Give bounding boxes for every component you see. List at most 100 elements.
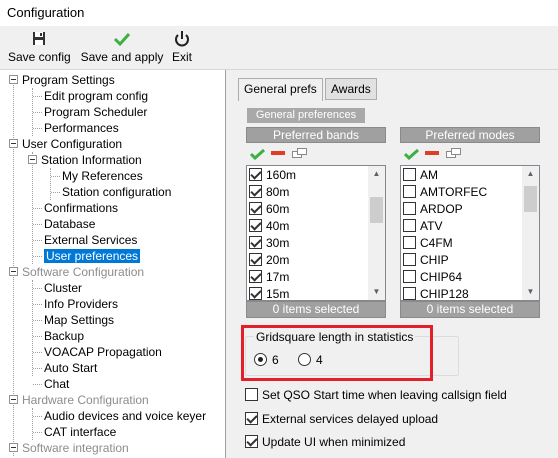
checkbox[interactable] bbox=[249, 202, 262, 216]
select-all-icon[interactable] bbox=[404, 148, 420, 160]
modes-scrollbar[interactable]: ▲ ▼ bbox=[522, 166, 539, 300]
tree-item[interactable]: CAT interface bbox=[33, 424, 116, 440]
select-all-icon[interactable] bbox=[250, 148, 266, 160]
tree-item[interactable]: Database bbox=[33, 216, 95, 232]
checkbox[interactable] bbox=[403, 168, 416, 182]
list-item-label: AMTORFEC bbox=[420, 185, 488, 199]
list-item-label: ARDOP bbox=[420, 202, 463, 216]
tree-item-label: User preferences bbox=[44, 249, 141, 263]
deselect-all-icon[interactable] bbox=[425, 149, 439, 157]
checkbox[interactable] bbox=[249, 270, 262, 284]
checkbox[interactable] bbox=[403, 236, 416, 250]
tree-item-label: Station configuration bbox=[62, 185, 172, 199]
checkbox[interactable] bbox=[249, 236, 262, 250]
list-item[interactable]: 40m bbox=[249, 218, 289, 235]
tree-item[interactable]: Hardware Configuration bbox=[9, 392, 149, 408]
list-item[interactable]: 20m bbox=[249, 252, 289, 269]
tree-item-label: Map Settings bbox=[44, 313, 115, 327]
tree-item[interactable]: Info Providers bbox=[33, 296, 118, 312]
list-item-label: CHIP64 bbox=[420, 270, 463, 284]
settings-tree[interactable]: Program Settings Edit program config Progr… bbox=[0, 70, 226, 458]
collapse-icon[interactable] bbox=[28, 155, 37, 165]
modes-scroll-thumb[interactable] bbox=[524, 185, 537, 212]
scroll-down-icon[interactable]: ▼ bbox=[368, 284, 385, 300]
tree-item[interactable]: Program Settings bbox=[9, 72, 115, 88]
checkbox[interactable] bbox=[249, 185, 262, 199]
option-delayed-upload[interactable]: External services delayed upload bbox=[245, 410, 438, 428]
save-config-button[interactable]: Save config bbox=[8, 30, 71, 68]
list-item[interactable]: ATV bbox=[403, 218, 442, 235]
option-update-ui-minimized[interactable]: Update UI when minimized bbox=[245, 433, 405, 451]
list-item[interactable]: AM bbox=[403, 167, 438, 184]
checkbox[interactable] bbox=[249, 253, 262, 267]
tab-general-prefs[interactable]: General prefs bbox=[238, 78, 323, 101]
list-item[interactable]: 160m bbox=[249, 167, 296, 184]
deselect-all-icon[interactable] bbox=[271, 149, 285, 157]
list-item[interactable]: AMTORFEC bbox=[403, 184, 487, 201]
list-item[interactable]: C4FM bbox=[403, 235, 453, 252]
checkbox[interactable] bbox=[403, 185, 416, 199]
invert-selection-icon[interactable] bbox=[292, 148, 308, 159]
list-item[interactable]: 15m bbox=[249, 286, 290, 301]
tab-awards[interactable]: Awards bbox=[325, 78, 377, 100]
checkbox[interactable] bbox=[403, 253, 416, 267]
checkbox[interactable] bbox=[403, 202, 416, 216]
tree-item[interactable]: Auto Start bbox=[33, 360, 97, 376]
tree-item[interactable]: Edit program config bbox=[33, 88, 148, 104]
checkbox[interactable] bbox=[403, 219, 416, 233]
scroll-up-icon[interactable]: ▲ bbox=[368, 166, 385, 182]
bands-scrollbar[interactable]: ▲ ▼ bbox=[368, 166, 385, 300]
checkbox[interactable] bbox=[245, 435, 258, 449]
collapse-icon[interactable] bbox=[9, 395, 18, 405]
list-item[interactable]: 30m bbox=[249, 235, 289, 252]
list-item[interactable]: 17m bbox=[249, 269, 289, 286]
tree-item[interactable]: VOACAP Propagation bbox=[33, 344, 162, 360]
tree-item[interactable]: External Services bbox=[33, 232, 137, 248]
option-set-qso-start[interactable]: Set QSO Start time when leaving callsign… bbox=[245, 386, 507, 404]
tree-item[interactable]: Station configuration bbox=[51, 184, 172, 200]
tree-item[interactable]: Software Configuration bbox=[9, 264, 144, 280]
modes-tools bbox=[400, 143, 540, 165]
tree-item[interactable]: User preferences bbox=[33, 248, 141, 264]
collapse-icon[interactable] bbox=[9, 139, 18, 149]
tree-item[interactable]: Confirmations bbox=[33, 200, 118, 216]
tree-item[interactable]: Chat bbox=[33, 376, 69, 392]
list-item[interactable]: 80m bbox=[249, 184, 289, 201]
list-item[interactable]: 60m bbox=[249, 201, 289, 218]
list-item[interactable]: CHIP bbox=[403, 252, 449, 269]
tree-item[interactable]: User Configuration bbox=[9, 136, 122, 152]
checkbox[interactable] bbox=[245, 388, 258, 402]
list-item-label: 15m bbox=[266, 287, 290, 301]
list-item[interactable]: CHIP128 bbox=[403, 286, 469, 300]
list-item[interactable]: ARDOP bbox=[403, 201, 463, 218]
checkbox[interactable] bbox=[245, 412, 258, 426]
checkbox[interactable] bbox=[403, 270, 416, 284]
bands-list[interactable]: 160m 80m 60m 40m 30m 20m 17m 15m ▲ ▼ bbox=[246, 165, 386, 301]
tree-item[interactable]: Cluster bbox=[33, 280, 82, 296]
tree-item[interactable]: Map Settings bbox=[33, 312, 115, 328]
scroll-up-icon[interactable]: ▲ bbox=[522, 166, 539, 182]
modes-list[interactable]: AM AMTORFEC ARDOP ATV C4FM CHIP CHIP64 CHIP128 … bbox=[400, 165, 540, 301]
invert-selection-icon[interactable] bbox=[446, 148, 462, 159]
tree-item[interactable]: Performances bbox=[33, 120, 119, 136]
tree-item[interactable]: Software integration bbox=[9, 440, 129, 456]
save-and-apply-button[interactable]: Save and apply bbox=[80, 30, 164, 68]
bands-scroll-thumb[interactable] bbox=[370, 197, 383, 224]
tree-item[interactable]: Program Scheduler bbox=[33, 104, 147, 120]
collapse-icon[interactable] bbox=[9, 75, 18, 85]
collapse-icon[interactable] bbox=[9, 443, 18, 453]
list-item-label: 40m bbox=[266, 219, 290, 233]
collapse-icon[interactable] bbox=[9, 267, 18, 277]
scroll-down-icon[interactable]: ▼ bbox=[522, 284, 539, 300]
tree-item[interactable]: Audio devices and voice keyer bbox=[33, 408, 206, 424]
checkbox[interactable] bbox=[249, 287, 262, 300]
tree-item[interactable]: My References bbox=[51, 168, 143, 184]
tree-item[interactable]: Backup bbox=[33, 328, 84, 344]
power-icon bbox=[175, 31, 189, 47]
list-item[interactable]: CHIP64 bbox=[403, 269, 462, 286]
checkbox[interactable] bbox=[249, 219, 262, 233]
checkbox[interactable] bbox=[403, 287, 416, 300]
checkbox[interactable] bbox=[249, 168, 262, 182]
tree-item[interactable]: Station Information bbox=[28, 152, 142, 168]
exit-button[interactable]: Exit bbox=[168, 30, 196, 68]
